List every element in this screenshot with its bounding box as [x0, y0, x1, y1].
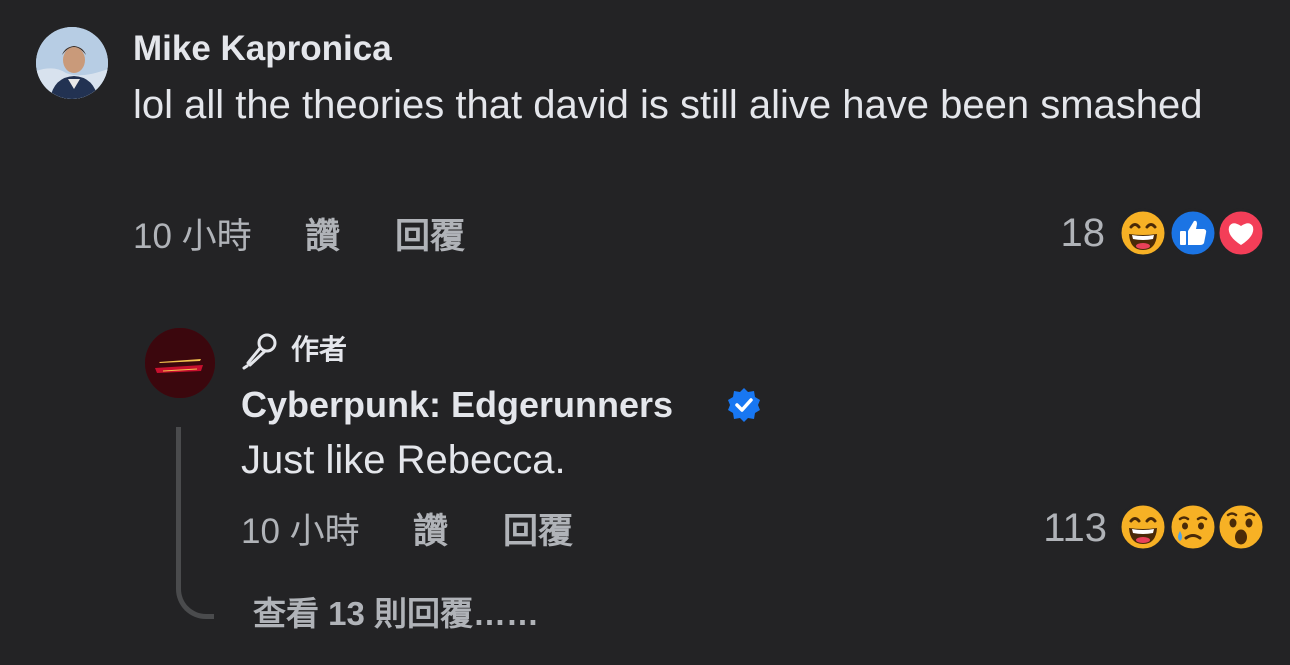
microphone-icon — [242, 333, 277, 370]
reaction-summary[interactable] — [1118, 208, 1268, 258]
sad-icon — [1168, 502, 1218, 552]
reply-text: Just like Rebecca. — [241, 438, 566, 482]
reply-author-name[interactable]: Cyberpunk: Edgerunners — [241, 384, 673, 426]
haha-icon — [1118, 208, 1168, 258]
haha-icon — [1118, 502, 1168, 552]
comment-thread: Mike Kapronica lol all the theories that… — [0, 0, 1290, 665]
like-icon — [1168, 208, 1218, 258]
thread-connector — [176, 427, 214, 619]
like-button[interactable]: 讚 — [305, 217, 340, 257]
reply-button[interactable]: 回覆 — [503, 512, 573, 552]
comment-author-name[interactable]: Mike Kapronica — [133, 29, 392, 69]
wow-icon — [1216, 502, 1266, 552]
author-badge-label: 作者 — [291, 334, 348, 365]
reply-timestamp[interactable]: 10 小時 — [241, 512, 360, 552]
page-avatar[interactable] — [145, 328, 215, 398]
reaction-summary[interactable] — [1118, 502, 1268, 552]
like-button[interactable]: 讚 — [413, 512, 448, 552]
love-icon — [1216, 208, 1266, 258]
reaction-count[interactable]: 18 — [1061, 211, 1106, 255]
reply-button[interactable]: 回覆 — [395, 217, 465, 257]
reaction-count[interactable]: 113 — [1043, 506, 1107, 550]
verified-badge-icon — [728, 388, 760, 422]
comment-timestamp[interactable]: 10 小時 — [133, 217, 252, 257]
avatar[interactable] — [36, 27, 108, 99]
comment-text: lol all the theories that david is still… — [133, 83, 1203, 127]
view-more-replies-link[interactable]: 查看 13 則回覆…… — [253, 594, 539, 634]
